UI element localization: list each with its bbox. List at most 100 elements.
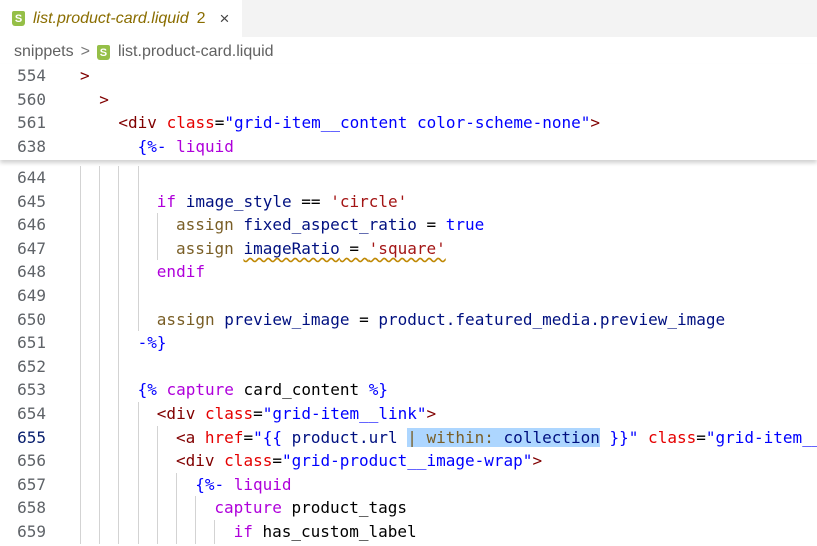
line-number: 561 [17,113,46,133]
line-number: 649 [17,286,46,305]
indent-guide [99,284,101,308]
code-text: <div class="grid-item__content color-sch… [118,111,600,135]
code-token: class [166,113,215,133]
indent-guide [156,520,158,544]
code-line[interactable]: 638 {%- liquid [0,135,817,159]
indent-guide [80,425,81,450]
code-line[interactable]: 657 {%- liquid [0,472,817,497]
code-line[interactable]: 651 -%} [0,331,817,355]
code-token: = [359,309,379,329]
breadcrumb-file[interactable]: list.product-card.liquid [118,43,274,61]
code-token: {%- [137,136,167,156]
shopify-file-icon: S [96,44,110,60]
code-text: > [80,64,90,88]
indent-guide [99,449,101,473]
code-token: product_tags [281,498,408,518]
code-line[interactable]: 658 capture product_tags [0,496,817,520]
code-token: " [253,427,263,447]
indent-guide [80,189,81,214]
code-line[interactable]: 649 [0,284,817,308]
sticky-scroll-header[interactable]: 554 >560 >561 <div class="grid-item__conten… [0,64,817,160]
code-text: <a href="{{ product.url | within: collec… [176,426,817,450]
code-line[interactable]: 650 assign preview_image = product.featur… [0,307,817,332]
indent-guide [80,213,81,237]
indent-guide [156,496,158,520]
code-line[interactable]: 659 if has_custom_label [0,520,817,544]
indent-guide [99,472,101,497]
code-token: class [638,427,697,447]
indent-guide [80,307,81,332]
code-text: {%- liquid [195,473,291,497]
code-token: capture [214,498,282,518]
indent-guide [195,520,197,544]
code-line[interactable]: 645 if image_style == 'circle' [0,189,817,214]
code-token: > [590,113,601,133]
chevron-right-icon: > [80,43,90,60]
code-line[interactable]: 560 > [0,88,817,112]
indent-guide [99,213,101,237]
code-token: = [243,427,254,447]
code-token: 'square' [368,238,446,258]
indent-guide [137,520,139,544]
problems-count-badge: 2 [196,9,206,27]
code-token: <div [156,404,205,423]
breadcrumb: snippets > S list.product-card.liquid [14,41,274,63]
line-number: 659 [17,522,46,541]
code-token: product.url [281,427,408,447]
code-line[interactable]: 554 > [0,64,817,88]
indent-guide [99,331,101,355]
indent-guide [80,354,81,379]
indent-guide [80,236,81,261]
code-token: collection [503,427,600,447]
indent-guide [137,425,139,450]
indent-guide [118,449,120,473]
indent-guide [137,402,139,426]
code-token: preview_image [214,309,360,329]
code-line[interactable]: 653 {% capture card_content %} [0,378,817,402]
code-token: if [233,522,253,541]
code-line[interactable]: 648 endif [0,260,817,284]
indent-guide [99,425,101,450]
code-token: has_custom_label [252,522,417,541]
code-token: liquid [224,474,292,494]
code-token: {% [137,380,157,400]
code-token: liquid [166,136,234,156]
code-line[interactable]: 652 [0,354,817,379]
indent-guide [137,449,139,473]
code-text: {%- liquid [138,135,234,159]
indent-guide [118,307,120,332]
code-line[interactable]: 646 assign fixed_aspect_ratio = true [0,213,817,237]
code-token: class [224,451,273,471]
indent-guide [137,189,139,214]
editor-tab-list-product-card[interactable]: S list.product-card.liquid 2 × [0,0,242,37]
code-token: = [272,451,282,471]
code-line[interactable]: 644 [0,166,817,190]
code-text: {% capture card_content %} [138,378,388,402]
indent-guide [118,260,120,284]
code-token: {%- [195,474,225,494]
indent-guide [80,260,81,284]
indent-guide [80,331,81,355]
code-line[interactable]: 655 <a href="{{ product.url | within: col… [0,425,817,450]
code-line[interactable]: 654 <div class="grid-item__link"> [0,402,817,426]
code-token: fixed_aspect_ratio [233,215,427,235]
indent-guide [80,284,81,308]
indent-guide [80,378,81,402]
code-line[interactable]: 647 assign imageRatio = 'square' [0,236,817,261]
indent-guide [99,378,101,402]
code-text: <div class="grid-item__link"> [157,402,436,426]
code-line[interactable]: 656 <div class="grid-product__image-wrap"… [0,449,817,473]
code-text: capture product_tags [214,496,407,520]
close-icon[interactable]: × [220,9,230,29]
breadcrumb-folder[interactable]: snippets [14,43,74,61]
indent-guide [137,260,139,284]
indent-guide [80,496,81,520]
code-line[interactable]: 561 <div class="grid-item__content color-… [0,111,817,135]
code-token: > [99,89,109,109]
indent-guide [176,496,177,520]
code-token: 'circle' [330,191,408,211]
indent-guide [137,284,139,308]
code-token: " [628,427,639,447]
indent-guide [156,213,158,237]
